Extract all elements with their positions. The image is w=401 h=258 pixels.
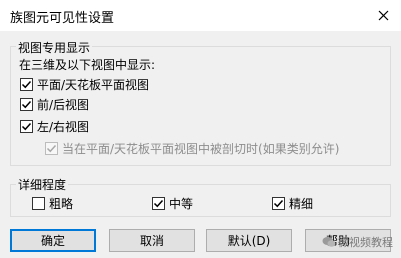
watermark-text: 微视频教程 (338, 236, 393, 249)
front-back-checkbox[interactable]: 前/后视图 (20, 96, 89, 112)
fine-checkbox[interactable]: 精细 (272, 195, 313, 211)
view-group-subheading: 在三维及以下视图中显示: (19, 57, 156, 72)
fine-label: 精细 (289, 196, 314, 211)
wechat-icon (322, 237, 336, 247)
dialog-title: 族图元可见性设置 (10, 11, 115, 26)
check-icon (153, 199, 164, 207)
left-right-label: 左/右视图 (37, 119, 90, 134)
check-icon (21, 122, 32, 130)
plan-view-checkbox[interactable]: 平面/天花板平面视图 (20, 76, 149, 92)
check-icon (21, 100, 32, 108)
plan-view-label: 平面/天花板平面视图 (37, 77, 150, 92)
close-button[interactable] (365, 0, 401, 31)
checkbox-left-right[interactable] (20, 119, 33, 133)
coarse-label: 粗略 (49, 196, 74, 211)
detail-level-group-label: 详细程度 (16, 176, 69, 193)
checkbox-fine[interactable] (272, 196, 285, 210)
watermark: 微视频教程 (322, 234, 393, 250)
medium-label: 中等 (169, 196, 194, 211)
left-right-checkbox[interactable]: 左/右视图 (20, 118, 89, 134)
checkbox-plan[interactable] (20, 77, 33, 91)
checkbox-front-back[interactable] (20, 97, 33, 111)
cut-in-plan-label: 当在平面/天花板平面视图中被剖切时(如果类别允许) (62, 141, 340, 156)
check-icon (21, 80, 32, 88)
default-button[interactable]: 默认(D) (206, 229, 292, 252)
coarse-checkbox[interactable]: 粗略 (32, 195, 73, 211)
ok-button[interactable]: 确定 (10, 229, 96, 252)
view-specific-group-label: 视图专用显示 (16, 39, 93, 56)
cut-in-plan-checkbox: 当在平面/天花板平面视图中被剖切时(如果类别允许) (45, 140, 339, 156)
close-icon (378, 10, 388, 21)
cancel-button[interactable]: 取消 (109, 229, 195, 252)
checkbox-coarse[interactable] (32, 196, 45, 210)
medium-checkbox[interactable]: 中等 (152, 195, 193, 211)
title-bar: 族图元可见性设置 (0, 0, 401, 31)
check-icon (273, 199, 284, 207)
visibility-dialog: 族图元可见性设置 视图专用显示 在三维及以下视图中显示: 平面/天花板平面视图 … (0, 0, 401, 258)
checkbox-cut-in-plan (45, 141, 58, 155)
check-icon (46, 144, 57, 152)
front-back-label: 前/后视图 (37, 97, 90, 112)
checkbox-medium[interactable] (152, 196, 165, 210)
